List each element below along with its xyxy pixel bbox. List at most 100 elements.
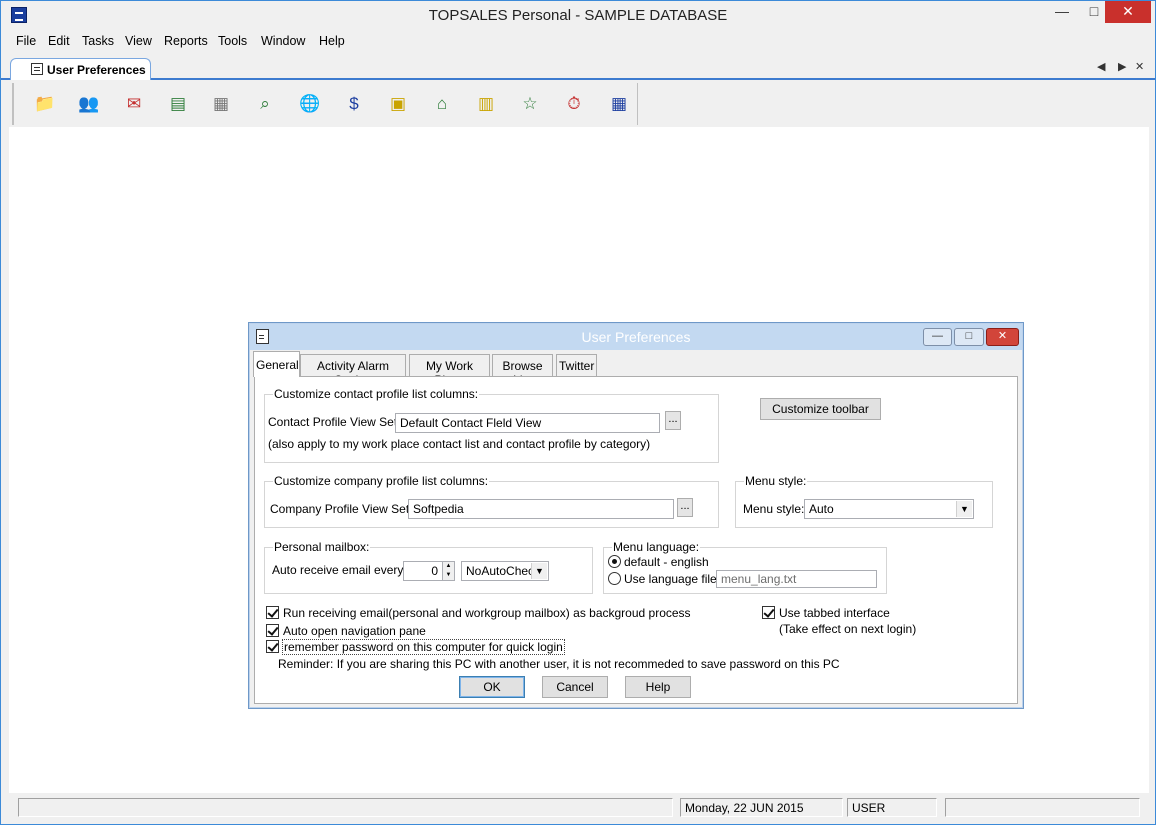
- toolbar-button-10[interactable]: ⌂: [425, 87, 459, 121]
- globe-computer-icon: 🌐: [299, 94, 321, 113]
- checkbox-auto-open-nav[interactable]: [266, 624, 279, 637]
- auto-check-value: NoAutoChec: [466, 564, 535, 578]
- minimize-button[interactable]: —: [1045, 1, 1079, 23]
- password-reminder: Reminder: If you are sharing this PC wit…: [278, 657, 840, 671]
- bank-icon: ⌂: [436, 94, 448, 113]
- app-window: TOPSALES Personal - SAMPLE DATABASE — □ …: [0, 0, 1156, 825]
- tab-activity-alarm-setting[interactable]: Activity Alarm Setting: [300, 354, 406, 387]
- user-preferences-dialog: User Preferences — □ ✕ General Activity …: [248, 322, 1024, 709]
- menu-reports[interactable]: Reports: [164, 31, 208, 48]
- toolbar-button-8[interactable]: $: [337, 87, 371, 121]
- menu-tools[interactable]: Tools: [218, 31, 247, 48]
- toolbar-button-4[interactable]: ▤: [161, 87, 195, 121]
- dialog-title-bar: User Preferences — □ ✕: [250, 324, 1022, 350]
- interval-field[interactable]: 0: [403, 561, 443, 581]
- tabbed-note: (Take effect on next login): [779, 622, 917, 636]
- chevron-down-icon[interactable]: ▼: [531, 563, 547, 579]
- company-group-legend: Customize company profile list columns:: [273, 474, 490, 488]
- warehouse-shelf-icon: ▥: [477, 94, 495, 113]
- menu-style-legend: Menu style:: [744, 474, 808, 488]
- status-date: Monday, 22 JUN 2015: [680, 798, 843, 817]
- document-tab-strip: User Preferences ◀ ▶ ✕: [1, 56, 1155, 80]
- menu-file[interactable]: File: [16, 31, 36, 48]
- checkbox-remember-password[interactable]: [266, 640, 279, 653]
- toolbar-button-13[interactable]: ⏱: [557, 87, 591, 121]
- checkbox-run-background[interactable]: [266, 606, 279, 619]
- spin-down-icon[interactable]: ▼: [443, 571, 454, 580]
- cancel-button[interactable]: Cancel: [542, 676, 608, 698]
- contact-view-set-label: Contact Profile View Set:: [268, 415, 401, 429]
- contact-browse-button[interactable]: ...: [665, 411, 681, 430]
- toolbar-button-12[interactable]: ☆: [513, 87, 547, 121]
- cash-register-icon: ▣: [389, 94, 407, 113]
- menu-help[interactable]: Help: [319, 31, 345, 48]
- contact-view-set-field[interactable]: Default Contact Fleld View: [395, 413, 660, 433]
- menu-edit[interactable]: Edit: [48, 31, 70, 48]
- dialog-minimize-button[interactable]: —: [923, 328, 952, 346]
- status-panel-extra: [945, 798, 1140, 817]
- menu-language-group: Menu language: default - english Use lan…: [603, 540, 887, 594]
- tab-twitter[interactable]: Twitter: [556, 354, 597, 376]
- spin-up-icon[interactable]: ▲: [443, 562, 454, 571]
- language-file-field[interactable]: menu_lang.txt: [716, 570, 877, 588]
- calendar-icon: ▦: [212, 94, 230, 113]
- company-browse-button[interactable]: ...: [677, 498, 693, 517]
- customize-toolbar-button[interactable]: Customize toolbar: [760, 398, 881, 420]
- mailbox-legend: Personal mailbox:: [273, 540, 371, 554]
- menu-window[interactable]: Window: [261, 31, 305, 48]
- tab-my-work-place[interactable]: My Work Place: [409, 354, 490, 387]
- menu-language-legend: Menu language:: [612, 540, 701, 554]
- menu-tasks[interactable]: Tasks: [82, 31, 114, 48]
- menu-style-label: Menu style:: [743, 502, 805, 516]
- tab-close-icon[interactable]: ✕: [1135, 60, 1144, 73]
- menu-style-select[interactable]: Auto ▼: [804, 499, 974, 519]
- toolbar-button-2[interactable]: 👥: [72, 87, 106, 121]
- contacts-folder-icon: 📁: [34, 94, 56, 113]
- dialog-maximize-button[interactable]: □: [954, 328, 984, 346]
- dialog-close-button[interactable]: ✕: [986, 328, 1019, 346]
- dialog-title: User Preferences: [581, 329, 691, 345]
- tab-general[interactable]: General: [253, 351, 300, 377]
- ok-button[interactable]: OK: [459, 676, 525, 698]
- stopwatch-icon: ⏱: [567, 94, 581, 113]
- chevron-down-icon[interactable]: ▼: [956, 501, 972, 517]
- company-view-set-field[interactable]: Softpedia: [408, 499, 674, 519]
- address-card-icon: ▤: [169, 94, 187, 113]
- dollar-document-icon: $: [349, 94, 359, 113]
- close-button[interactable]: ✕: [1105, 1, 1151, 23]
- toolbar-button-11[interactable]: ▥: [469, 87, 503, 121]
- tab-user-preferences[interactable]: User Preferences: [10, 58, 151, 80]
- magnifier-icon: ⌕: [260, 94, 270, 113]
- status-bar: Monday, 22 JUN 2015 USER: [9, 797, 1149, 819]
- toolbar-button-7[interactable]: 🌐: [293, 87, 327, 121]
- envelope-pen-icon: ✉: [126, 94, 142, 113]
- company-view-set-label: Company Profile View Set:: [270, 502, 413, 516]
- toolbar-button-14[interactable]: ▦: [602, 87, 636, 121]
- toolbar-button-5[interactable]: ▦: [204, 87, 238, 121]
- menu-style-group: Menu style: Menu style: Auto ▼: [735, 474, 993, 528]
- default-english-label: default - english: [624, 555, 709, 569]
- users-icon: 👥: [78, 94, 100, 113]
- company-columns-group: Customize company profile list columns: …: [264, 474, 719, 528]
- title-bar: TOPSALES Personal - SAMPLE DATABASE — □ …: [1, 1, 1155, 31]
- toolbar-button-9[interactable]: ▣: [381, 87, 415, 121]
- tab-prev-icon[interactable]: ◀: [1097, 60, 1105, 73]
- checkbox-use-tabbed[interactable]: [762, 606, 775, 619]
- radio-default-english[interactable]: [608, 555, 621, 568]
- auto-check-select[interactable]: NoAutoChec ▼: [461, 561, 549, 581]
- menu-view[interactable]: View: [125, 31, 152, 48]
- interval-stepper[interactable]: ▲ ▼: [442, 561, 455, 581]
- toolbar-button-3[interactable]: ✉: [117, 87, 151, 121]
- radio-language-file[interactable]: [608, 572, 621, 585]
- toolbar-button-1[interactable]: 📁: [28, 87, 62, 121]
- help-button[interactable]: Help: [625, 676, 691, 698]
- tab-browse-list[interactable]: Browse List: [492, 354, 553, 387]
- tab-label: User Preferences: [47, 63, 146, 77]
- use-tabbed-label: Use tabbed interface: [779, 606, 890, 620]
- menu-bar: File Edit Tasks View Reports Tools Windo…: [1, 31, 1155, 53]
- toolbar-button-6[interactable]: ⌕: [248, 87, 282, 121]
- tab-next-icon[interactable]: ▶: [1118, 60, 1126, 73]
- contact-note: (also apply to my work place contact lis…: [268, 437, 651, 451]
- window-title: TOPSALES Personal - SAMPLE DATABASE: [428, 7, 728, 24]
- general-tab-panel: Customize contact profile list columns: …: [254, 376, 1018, 704]
